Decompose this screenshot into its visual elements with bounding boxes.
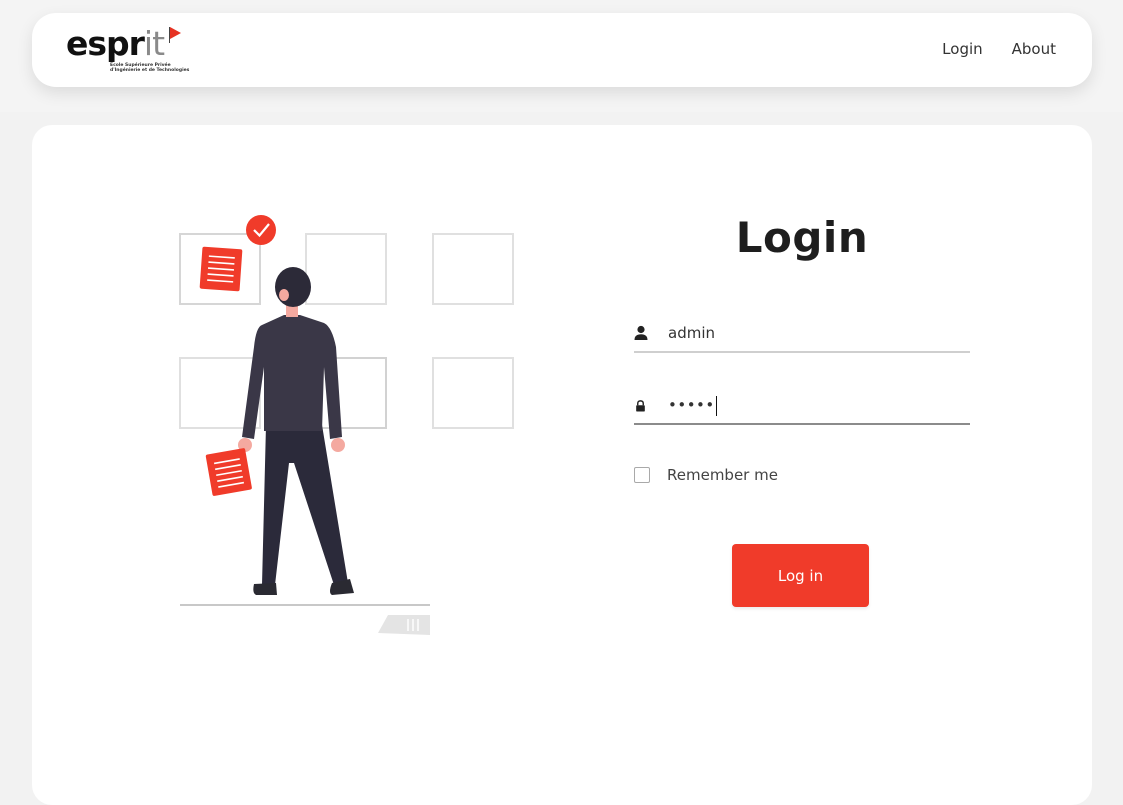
nav-about-link[interactable]: About [1012, 39, 1056, 59]
password-value: ••••• [668, 395, 717, 416]
login-submit-button[interactable]: Log in [732, 544, 869, 607]
text-caret [715, 395, 717, 416]
username-value: admin [668, 324, 715, 342]
nav-links: Login About [942, 39, 1056, 59]
logo-tagline: Ecole Supérieure Privée d'Ingénierie et … [110, 63, 190, 73]
login-illustration [179, 215, 514, 635]
document-icon [199, 246, 243, 292]
username-field[interactable]: admin [634, 319, 970, 353]
held-document-icon [205, 448, 252, 496]
brand-logo[interactable]: esprit Ecole Supérieure Privée d'Ingénie… [66, 24, 189, 75]
person-figure [238, 267, 354, 595]
navbar: esprit Ecole Supérieure Privée d'Ingénie… [32, 13, 1092, 87]
remember-me-label[interactable]: Remember me [667, 465, 778, 485]
remember-me-checkbox[interactable] [634, 467, 650, 483]
login-card: Login admin ••••• Remember me Log in [32, 125, 1092, 805]
password-field[interactable]: ••••• [634, 391, 970, 425]
check-badge-icon [246, 215, 276, 245]
user-icon [634, 325, 648, 340]
nav-login-link[interactable]: Login [942, 39, 982, 59]
login-title: Login [735, 213, 869, 262]
logo-wordmark: esprit [66, 24, 165, 63]
lock-icon [636, 400, 645, 412]
flag-icon [169, 27, 181, 43]
floor-paper-icon [378, 615, 430, 635]
